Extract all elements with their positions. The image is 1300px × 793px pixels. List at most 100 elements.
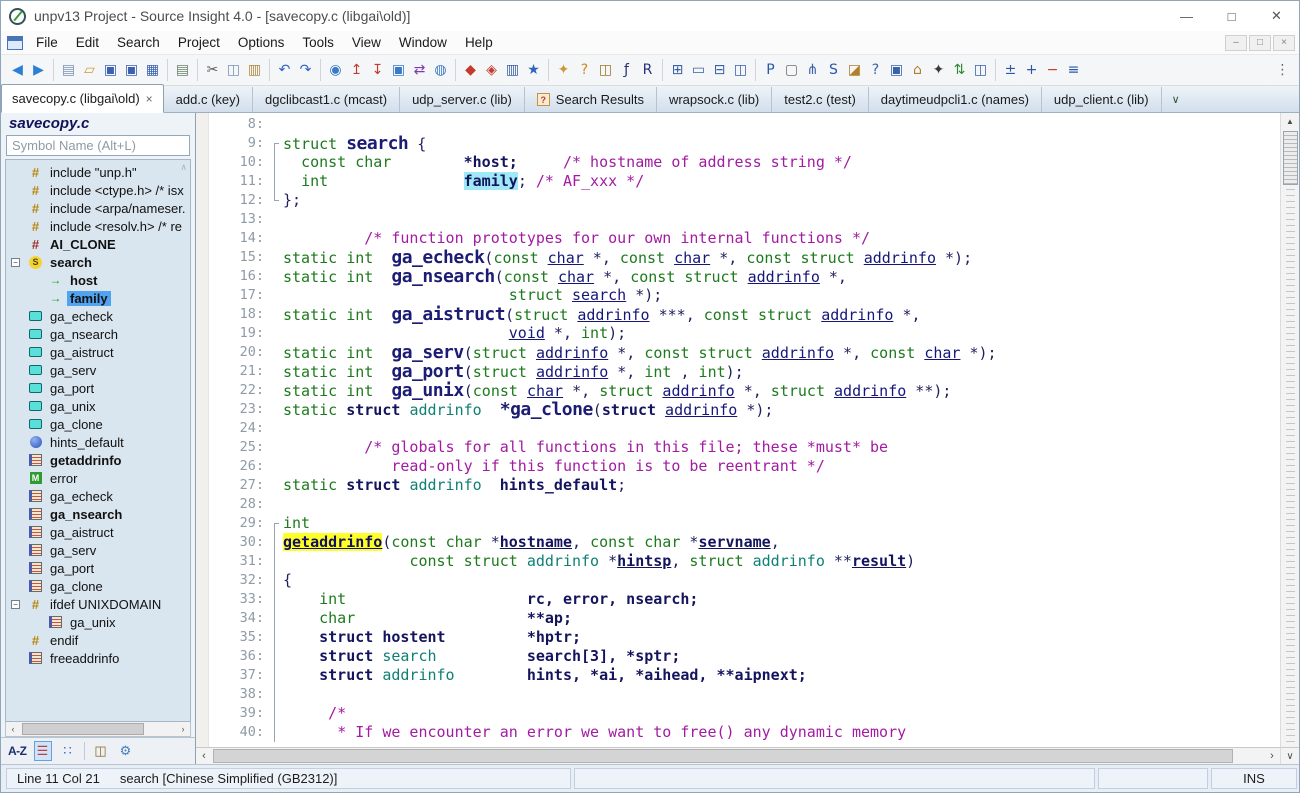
tab-close-icon[interactable]: × (146, 92, 153, 106)
collapse-icon[interactable]: − (11, 257, 20, 267)
sidebar-item-include-ctype-h-isx[interactable]: # include <ctype.h> /* isx (6, 181, 190, 199)
tab-udp-server-c-lib[interactable]: udp_server.c (lib) (400, 87, 525, 112)
add-line-button[interactable]: + (1021, 60, 1042, 81)
regex-button[interactable]: R (637, 60, 658, 81)
jump-definition-button[interactable]: ◆ (460, 60, 481, 81)
forward-button[interactable]: ▶ (28, 60, 49, 81)
toolbar-overflow-button[interactable]: ⋮ (1272, 60, 1293, 81)
minimize-button[interactable]: — (1164, 1, 1209, 31)
sidebar-item-search[interactable]: − Ssearch (6, 253, 190, 271)
tab-udp-client-c-lib[interactable]: udp_client.c (lib) (1042, 87, 1162, 112)
sidebar-item-ga-nsearch[interactable]: ga_nsearch (6, 325, 190, 343)
mdi-restore-button[interactable]: □ (1249, 34, 1271, 51)
style-button[interactable]: S (823, 60, 844, 81)
symbol-list-button[interactable]: ☰ (33, 741, 52, 761)
tab-dgclibcast1-c-mcast[interactable]: dgclibcast1.c (mcast) (253, 87, 401, 112)
menu-project[interactable]: Project (169, 33, 229, 52)
window-split-button[interactable]: ⊟ (709, 60, 730, 81)
sidebar-item-family[interactable]: → family (6, 289, 190, 307)
jump-reference-button[interactable]: ◈ (481, 60, 502, 81)
sidebar-scroll-thumb[interactable] (22, 723, 144, 735)
code-line-26[interactable]: 26: read-only if this function is to be … (196, 457, 1299, 476)
sync-button[interactable]: ⇅ (949, 60, 970, 81)
toggle-case-button[interactable]: ± (1000, 60, 1021, 81)
code-line-11[interactable]: 11: int family; /* AF_xxx */ (196, 172, 1299, 191)
sidebar-item-ga-aistruct[interactable]: ga_aistruct (6, 343, 190, 361)
sidebar-item-ga-port[interactable]: ga_port (6, 379, 190, 397)
window-cascade-button[interactable]: ◫ (730, 60, 751, 81)
select-tool-button[interactable]: ▢ (781, 60, 802, 81)
code-line-18[interactable]: 18: static int ga_aistruct(struct addrinf… (196, 305, 1299, 324)
window-grid-button[interactable]: ⊞ (667, 60, 688, 81)
code-line-36[interactable]: 36: struct search search[3], *sptr; (196, 647, 1299, 666)
maximize-button[interactable]: □ (1209, 1, 1254, 31)
code-line-27[interactable]: 27: static struct addrinfo hints_default; (196, 476, 1299, 495)
code-line-38[interactable]: 38: (196, 685, 1299, 704)
code-line-37[interactable]: 37: struct addrinfo hints, *ai, *aihead,… (196, 666, 1299, 685)
copy-button[interactable]: ◫ (223, 60, 244, 81)
print-button[interactable]: ▤ (172, 60, 193, 81)
tab-test2-c-test[interactable]: test2.c (test) (772, 87, 869, 112)
replace-button[interactable]: ⇄ (409, 60, 430, 81)
tab-daytimeudpcli1-c-names[interactable]: daytimeudpcli1.c (names) (869, 87, 1042, 112)
code-line-35[interactable]: 35: struct hostent *hptr; (196, 628, 1299, 647)
code-area[interactable]: 8: 9: struct search {10: const char *host;… (196, 113, 1299, 747)
call-tree-button[interactable]: ⋔ (802, 60, 823, 81)
draw-button[interactable]: ✦ (928, 60, 949, 81)
sidebar-item-ga-nsearch[interactable]: ga_nsearch (6, 505, 190, 523)
search-forward-button[interactable]: ↥ (346, 60, 367, 81)
scroll-left-icon[interactable]: ‹ (6, 724, 20, 734)
code-line-40[interactable]: 40: * If we encounter an error we want t… (196, 723, 1299, 742)
editor-hscroll-thumb[interactable] (213, 749, 1234, 763)
code-line-29[interactable]: 29: int (196, 514, 1299, 533)
help-doc-button[interactable]: ? (865, 60, 886, 81)
scroll-right-icon[interactable]: › (176, 724, 190, 734)
new-window-button[interactable]: ▣ (886, 60, 907, 81)
browse-mode-button[interactable]: ✦ (553, 60, 574, 81)
scroll-left-icon[interactable]: ‹ (196, 748, 212, 764)
save-all-button[interactable]: ▦ (142, 60, 163, 81)
code-line-30[interactable]: 30: getaddrinfo(const char *hostname, con… (196, 533, 1299, 552)
symbol-name-input[interactable] (6, 135, 190, 156)
sidebar-item-include-arpa-nameser[interactable]: # include <arpa/nameser. (6, 199, 190, 217)
sidebar-item-ifdef-unixdomain[interactable]: − # ifdef UNIXDOMAIN (6, 595, 190, 613)
sidebar-item-endif[interactable]: # endif (6, 631, 190, 649)
code-line-19[interactable]: 19: void *, int); (196, 324, 1299, 343)
menu-help[interactable]: Help (456, 33, 502, 52)
code-line-12[interactable]: 12:}; (196, 191, 1299, 210)
window-single-button[interactable]: ▭ (688, 60, 709, 81)
mdi-minimize-button[interactable]: – (1225, 34, 1247, 51)
code-line-33[interactable]: 33: int rc, error, nsearch; (196, 590, 1299, 609)
collapse-icon[interactable]: − (11, 599, 20, 609)
menu-tools[interactable]: Tools (293, 33, 343, 52)
code-line-16[interactable]: 16: static int ga_nsearch(const char *, c… (196, 267, 1299, 286)
code-line-15[interactable]: 15: static int ga_echeck(const char *, co… (196, 248, 1299, 267)
code-line-28[interactable]: 28: (196, 495, 1299, 514)
sidebar-item-ga-serv[interactable]: ga_serv (6, 541, 190, 559)
sidebar-item-ga-echeck[interactable]: ga_echeck (6, 487, 190, 505)
sidebar-item-include-resolv-h-re[interactable]: # include <resolv.h> /* re (6, 217, 190, 235)
options-gear-button[interactable]: ⚙ (117, 741, 135, 761)
sidebar-horizontal-scrollbar[interactable]: ‹ › (5, 722, 191, 737)
code-line-23[interactable]: 23: static struct addrinfo *ga_clone(stru… (196, 400, 1299, 419)
code-line-22[interactable]: 22: static int ga_unix(const char *, stru… (196, 381, 1299, 400)
code-line-8[interactable]: 8: (196, 115, 1299, 134)
sync-folders-button[interactable]: ◪ (844, 60, 865, 81)
sidebar-item-ga-unix[interactable]: ga_unix (6, 613, 190, 631)
tab-savecopy-c-libgai-old[interactable]: savecopy.c (libgai\old) × (1, 84, 164, 113)
code-line-17[interactable]: 17: struct search *); (196, 286, 1299, 305)
editor-hscroll-track[interactable] (212, 748, 1264, 764)
html-button[interactable]: ⌂ (907, 60, 928, 81)
symbol-groups-button[interactable]: ∷ (59, 741, 77, 761)
help-lookup-button[interactable]: ? (574, 60, 595, 81)
code-line-10[interactable]: 10: const char *host; /* hostname of add… (196, 153, 1299, 172)
tab-add-c-key[interactable]: add.c (key) (164, 87, 253, 112)
scroll-up-icon[interactable]: ▲ (1281, 113, 1299, 129)
remove-line-button[interactable]: − (1042, 60, 1063, 81)
undo-button[interactable]: ↶ (274, 60, 295, 81)
mdi-close-button[interactable]: × (1273, 34, 1295, 51)
code-line-32[interactable]: 32: { (196, 571, 1299, 590)
code-editor[interactable]: 8: 9: struct search {10: const char *host;… (196, 113, 1299, 764)
menu-options[interactable]: Options (229, 33, 294, 52)
search-backward-button[interactable]: ↧ (367, 60, 388, 81)
